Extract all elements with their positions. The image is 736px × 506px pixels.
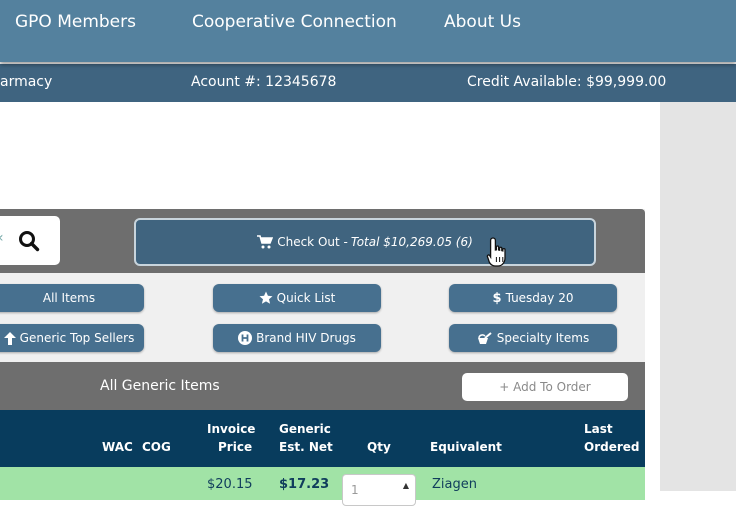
search-input[interactable]: ‹ [0,216,60,265]
checkout-label: Check Out - [277,235,348,249]
pharmacy-name: armacy [0,74,53,90]
account-info-bar: armacy Acount #: 12345678 Credit Availab… [0,64,736,102]
search-icon[interactable] [18,230,40,252]
header-equivalent[interactable]: Equivalent [430,438,502,456]
header-invoice-price-line1[interactable]: Invoice [207,420,255,438]
stepper-up-icon[interactable]: ▲ [403,481,409,490]
cart-icon [257,235,274,249]
quantity-value: 1 [351,483,359,497]
category-label: Generic Top Sellers [19,331,135,345]
row-generic-net: $17.23 [279,477,330,492]
category-label: Tuesday 20 [505,291,574,305]
category-label: Specialty Items [496,331,590,345]
search-input-edge: ‹ [0,230,4,246]
top-navigation: GPO Members Cooperative Connection About… [0,0,736,62]
category-tuesday-20[interactable]: $ Tuesday 20 [449,284,617,312]
specialty-icon [477,331,493,345]
h-circle-icon [238,331,253,345]
arrow-up-icon [3,331,16,345]
category-label: All Items [42,291,96,305]
row-invoice-price: $20.15 [207,477,253,492]
nav-gpo-members[interactable]: GPO Members [15,12,136,32]
nav-about-us[interactable]: About Us [444,12,521,32]
dollar-icon: $ [492,290,502,306]
right-gutter [660,102,736,491]
add-to-order-button[interactable]: + Add To Order [462,373,628,401]
row-equivalent: Ziagen [432,477,477,492]
category-quick-list[interactable]: Quick List [213,284,381,312]
add-to-order-label: + Add To Order [499,380,591,394]
header-qty[interactable]: Qty [367,438,391,456]
checkout-button[interactable]: Check Out - Total $10,269.05 (6) [134,218,596,266]
checkout-total: Total $10,269.05 (6) [350,235,473,249]
header-cog[interactable]: COG [142,438,171,456]
category-generic-top-sellers[interactable]: Generic Top Sellers [0,324,144,352]
quantity-stepper[interactable]: 1 ▲ [342,474,416,506]
header-invoice-price-line2[interactable]: Price [218,438,252,456]
search-strip: ‹ Check Out - Total $10,269.05 (6) [0,209,645,273]
section-header: All Generic Items + Add To Order [0,362,645,410]
section-title: All Generic Items [100,378,220,394]
table-row[interactable]: $20.15 $17.23 1 ▲ Ziagen [0,467,645,506]
hand-cursor-icon [486,237,506,267]
category-brand-hiv-drugs[interactable]: Brand HIV Drugs [213,324,381,352]
category-all-items[interactable]: All Items [0,284,144,312]
order-panel: ‹ Check Out - Total $10,269.05 (6) All I… [0,209,645,506]
category-label: Quick List [276,291,336,305]
star-icon [259,291,273,305]
credit-available: Credit Available: $99,999.00 [467,74,667,90]
header-generic-net-line2[interactable]: Est. Net [279,438,333,456]
category-specialty-items[interactable]: Specialty Items [449,324,617,352]
header-wac[interactable]: WAC [102,438,133,456]
account-number: Acount #: 12345678 [191,74,337,90]
nav-cooperative-connection[interactable]: Cooperative Connection [192,12,397,32]
header-last-ordered-line1[interactable]: Last [584,420,613,438]
category-label: Brand HIV Drugs [256,331,356,345]
table-header: WAC COG Invoice Price Generic Est. Net Q… [0,410,645,467]
header-generic-net-line1[interactable]: Generic [279,420,331,438]
header-last-ordered-line2[interactable]: Ordered [584,438,640,456]
